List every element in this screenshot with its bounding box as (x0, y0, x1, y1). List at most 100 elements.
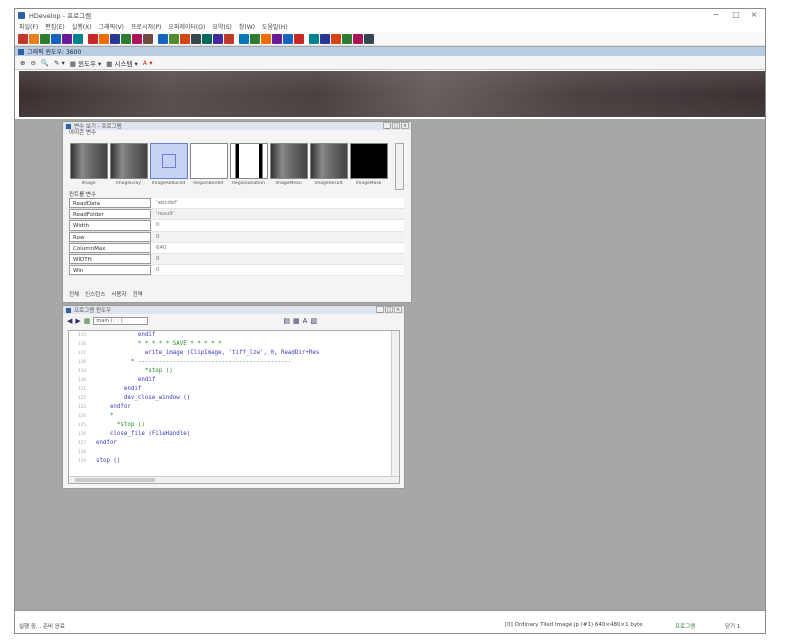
variable-row[interactable]: Width 0 (69, 220, 404, 232)
toolbar-button-icon[interactable] (73, 33, 83, 44)
menu-visualization[interactable]: 그래픽(V) (99, 22, 124, 31)
variable-row[interactable]: ColumnMax 640 (69, 242, 404, 254)
panel-minimize-button[interactable]: _ (376, 306, 384, 313)
code-line[interactable]: 128 (69, 448, 399, 457)
toolbar-button-icon[interactable] (180, 33, 190, 44)
procedure-icon[interactable]: ▦ (84, 317, 91, 325)
toolbar-button-icon[interactable] (40, 33, 50, 44)
tab-global[interactable]: 전역 (133, 290, 143, 299)
toolbar-button-icon[interactable] (250, 33, 260, 44)
minimize-button[interactable]: − (707, 9, 725, 21)
toolbar-button-icon[interactable] (272, 33, 282, 44)
toolbar-button-icon[interactable] (320, 33, 330, 44)
menu-operators[interactable]: 오퍼레이터(O) (168, 22, 205, 31)
toolbar-button-icon[interactable] (294, 33, 304, 44)
toolbar-button-icon[interactable] (364, 33, 374, 44)
toolbar-button-icon[interactable] (261, 33, 271, 44)
procedure-selector[interactable]: main ( : : ) (93, 316, 149, 325)
code-line[interactable]: 124 * (69, 412, 399, 421)
maximize-button[interactable]: □ (727, 9, 745, 21)
text-format-icon[interactable]: A (303, 317, 308, 325)
toolbar-button-icon[interactable] (143, 33, 153, 44)
toolbar-button-icon[interactable] (202, 33, 212, 44)
tab-instance[interactable]: 인스턴스 (85, 290, 105, 299)
toolbar-button-icon[interactable] (224, 33, 234, 44)
iconic-variable-item[interactable]: Image (69, 143, 108, 190)
iconic-variable-item[interactable]: ImageGray (109, 143, 148, 190)
code-line[interactable]: 117 write_image (ClipImage, 'tiff_lzw', … (69, 349, 399, 358)
toolbar-button-icon[interactable] (132, 33, 142, 44)
toolbar-button-icon[interactable] (110, 33, 120, 44)
panel-close-button[interactable]: × (394, 306, 402, 313)
toolbar-button-icon[interactable] (121, 33, 131, 44)
magnify-icon[interactable]: 🔍 (41, 59, 49, 67)
zoom-in-icon[interactable]: ⊕ (20, 59, 25, 67)
code-line[interactable]: 123 endfor (69, 403, 399, 412)
iconic-variable-item[interactable]: RegionDilation (229, 143, 268, 190)
variable-row[interactable]: Row 0 (69, 231, 404, 243)
code-line[interactable]: 127 endfor (69, 439, 399, 448)
toolbar-button-icon[interactable] (158, 33, 168, 44)
toolbar-button-icon[interactable] (169, 33, 179, 44)
tab-all[interactable]: 전체 (69, 290, 79, 299)
toolbar-button-icon[interactable] (18, 33, 28, 44)
menu-suggestions[interactable]: 요약(S) (212, 22, 232, 31)
image-canvas[interactable] (19, 71, 765, 117)
iconic-variable-item[interactable]: ImageResult (309, 143, 348, 190)
panel-minimize-button[interactable]: _ (383, 122, 391, 129)
panel-restore-button[interactable]: □ (392, 122, 400, 129)
toolbar-button-icon[interactable] (342, 33, 352, 44)
system-dropdown[interactable]: ▦ 시스템 ▾ (106, 58, 137, 68)
code-line[interactable]: 121 endif (69, 385, 399, 394)
menu-window[interactable]: 창(W) (239, 22, 255, 31)
code-horizontal-scrollbar[interactable] (69, 476, 399, 483)
toolbar-button-icon[interactable] (99, 33, 109, 44)
toolbar-button-icon[interactable] (191, 33, 201, 44)
toolbar-button-icon[interactable] (29, 33, 39, 44)
iconic-variable-item[interactable]: ImageMask (349, 143, 388, 190)
code-line[interactable]: 125 *stop () (69, 421, 399, 430)
draw-tool-dropdown[interactable]: ✎ ▾ (54, 59, 65, 67)
menu-help[interactable]: 도움말(H) (262, 22, 288, 31)
grid-icon[interactable]: ▦ (293, 317, 300, 325)
back-arrow-icon[interactable]: ◀ (67, 317, 72, 325)
toolbar-button-icon[interactable] (283, 33, 293, 44)
toolbar-button-icon[interactable] (213, 33, 223, 44)
code-line[interactable]: 118 * ----------------------------------… (69, 358, 399, 367)
panel-restore-button[interactable]: □ (385, 306, 393, 313)
menu-procedures[interactable]: 프로시저(P) (131, 22, 161, 31)
toolbar-button-icon[interactable] (309, 33, 319, 44)
variable-row[interactable]: ReadFolder'result' (69, 209, 404, 221)
toolbar-button-icon[interactable] (51, 33, 61, 44)
window-dropdown[interactable]: ▦ 윈도우 ▾ (70, 58, 101, 68)
zoom-out-icon[interactable]: ⊖ (30, 59, 35, 67)
menu-file[interactable]: 파일(F) (19, 22, 38, 31)
menu-edit[interactable]: 편집(E) (45, 22, 65, 31)
code-line[interactable]: 129 stop () (69, 457, 399, 466)
toolbar-button-icon[interactable] (331, 33, 341, 44)
toolbar-button-icon[interactable] (353, 33, 363, 44)
main-horizontal-scrollbar[interactable] (15, 610, 765, 619)
text-color-dropdown[interactable]: A ▾ (143, 59, 153, 67)
toolbar-button-icon[interactable] (88, 33, 98, 44)
toolbar-button-icon[interactable] (62, 33, 72, 44)
iconic-variable-item[interactable]: ImageMean (269, 143, 308, 190)
code-editor[interactable]: 115 endif 116 * * * * * SAVE * * * * * 117… (68, 330, 400, 484)
panel-close-button[interactable]: × (401, 122, 409, 129)
code-vertical-scrollbar[interactable] (391, 331, 399, 483)
code-line[interactable]: 115 endif (69, 331, 399, 340)
code-line[interactable]: 116 * * * * * SAVE * * * * * (69, 340, 399, 349)
forward-arrow-icon[interactable]: ▶ (75, 317, 80, 325)
code-line[interactable]: 119 *stop () (69, 367, 399, 376)
toolbar-button-icon[interactable] (239, 33, 249, 44)
thumbnail-scrollbar[interactable] (395, 143, 404, 190)
iconic-variable-item[interactable]: ImageReduced (149, 143, 188, 190)
code-line[interactable]: 126 close_file (FileHandle) (69, 430, 399, 439)
variable-row[interactable]: ReadData'abcdef' (69, 198, 404, 210)
edit-icon[interactable]: ▤ (283, 317, 290, 325)
code-line[interactable]: 122 dev_close_window () (69, 394, 399, 403)
iconic-variable-item[interactable]: RegionBorder (189, 143, 228, 190)
close-button[interactable]: × (745, 9, 763, 21)
tab-user[interactable]: 사용자 (111, 290, 126, 299)
export-icon[interactable]: ▧ (310, 317, 317, 325)
